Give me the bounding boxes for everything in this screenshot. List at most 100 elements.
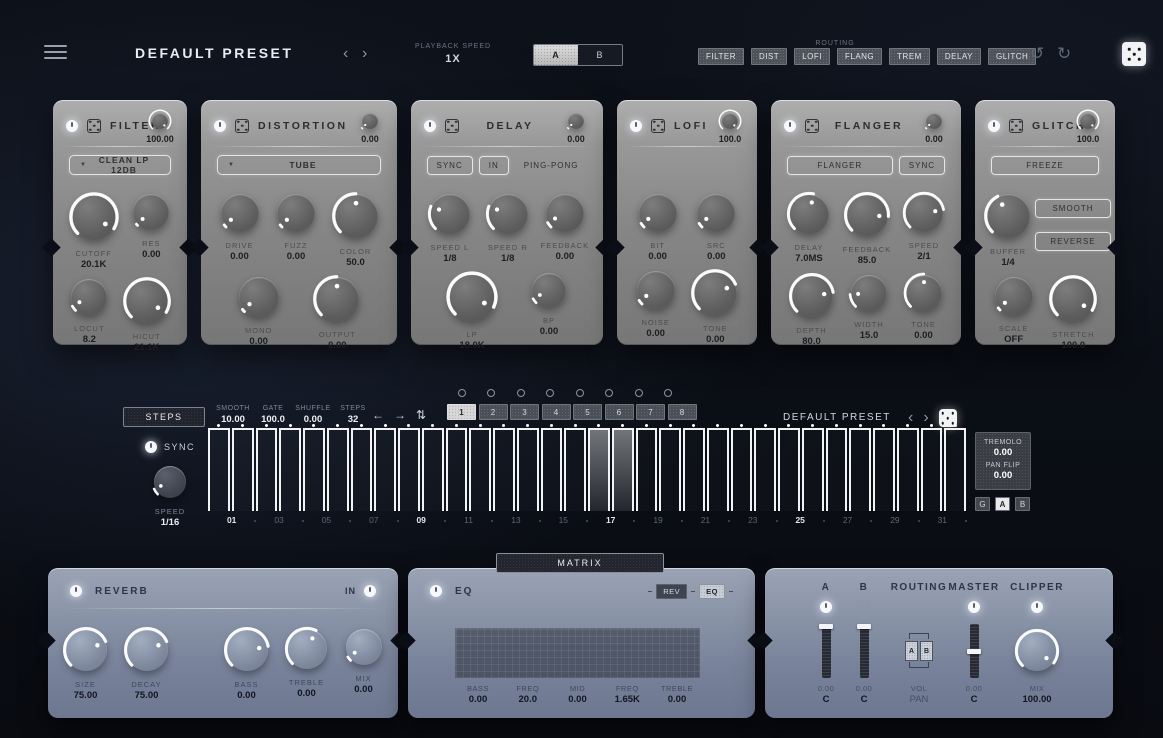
reverb-size-knob[interactable]: SIZE75.00 bbox=[60, 624, 112, 701]
lofi-src-knob-dial[interactable] bbox=[692, 189, 740, 237]
pattern-slot-6-circle[interactable] bbox=[605, 389, 613, 397]
pattern-slot-8-circle[interactable] bbox=[664, 389, 672, 397]
glitch-buffer-knob-dial[interactable] bbox=[981, 189, 1035, 243]
distortion-amount-knob-dial[interactable] bbox=[357, 108, 383, 134]
seq-param-value[interactable]: 32 bbox=[333, 414, 373, 425]
delay-in-button[interactable]: IN bbox=[479, 156, 509, 175]
clipper-mix-knob-dial[interactable] bbox=[1012, 626, 1062, 676]
eq-display-grid[interactable] bbox=[455, 628, 700, 678]
distortion-fuzz-knob[interactable]: FUZZ0.00 bbox=[272, 189, 320, 262]
step-bar-19[interactable] bbox=[636, 428, 658, 511]
gab-button-b[interactable]: B bbox=[1015, 497, 1030, 511]
clipper-power-icon[interactable] bbox=[1031, 601, 1043, 613]
step-bar-16[interactable] bbox=[564, 428, 586, 511]
reverb-decay-knob[interactable]: DECAY75.00 bbox=[121, 624, 173, 701]
filter-cutoff-knob[interactable]: CUTOFF20.1K bbox=[66, 189, 122, 270]
step-bar-2[interactable] bbox=[232, 428, 254, 511]
reverb-mix-knob[interactable]: MIX0.00 bbox=[341, 624, 387, 695]
master-power-icon[interactable] bbox=[968, 601, 980, 613]
reverb-bass-knob-dial[interactable] bbox=[221, 624, 273, 676]
pattern-slot-1-circle[interactable] bbox=[458, 389, 466, 397]
routing-button-delay[interactable]: DELAY bbox=[937, 48, 981, 65]
flanger-amount-knob[interactable] bbox=[917, 108, 951, 134]
filter-amount-knob[interactable] bbox=[143, 108, 177, 134]
step-bar-24[interactable] bbox=[754, 428, 776, 511]
routing-button-flang[interactable]: FLANG bbox=[837, 48, 882, 65]
pattern-slot-1-button[interactable]: 1 bbox=[447, 404, 476, 420]
filter-locut-knob-dial[interactable] bbox=[66, 274, 112, 320]
step-bar-12[interactable] bbox=[469, 428, 491, 511]
distortion-drive-knob[interactable]: DRIVE0.00 bbox=[216, 189, 264, 262]
delay-speed-r-knob[interactable]: SPEED R1/8 bbox=[483, 189, 533, 264]
step-bar-7[interactable] bbox=[351, 428, 373, 511]
distortion-dice-icon[interactable] bbox=[235, 119, 249, 133]
pattern-slot-4-circle[interactable] bbox=[546, 389, 554, 397]
delay-speed-r-knob-dial[interactable] bbox=[483, 189, 533, 239]
delay-amount-knob-dial[interactable] bbox=[563, 108, 589, 134]
flanger-feedback-knob[interactable]: FEEDBACK85.0 bbox=[841, 189, 893, 266]
glitch-amount-knob-dial[interactable] bbox=[1075, 108, 1101, 134]
flanger-feedback-knob-dial[interactable] bbox=[841, 189, 893, 241]
reverb-treble-knob-dial[interactable] bbox=[282, 624, 332, 674]
distortion-output-knob[interactable]: OUTPUT0.00 bbox=[310, 272, 364, 351]
panflip-value[interactable]: 0.00 bbox=[976, 470, 1030, 481]
step-bar-28[interactable] bbox=[849, 428, 871, 511]
pattern-slot-8-button[interactable]: 8 bbox=[668, 404, 697, 420]
clipper-mix-knob[interactable] bbox=[1012, 626, 1062, 676]
flanger-tone-knob-dial[interactable] bbox=[901, 270, 947, 316]
pattern-slot-6-button[interactable]: 6 bbox=[605, 404, 634, 420]
lofi-src-knob[interactable]: SRC0.00 bbox=[692, 189, 740, 262]
distortion-power-icon[interactable] bbox=[214, 120, 226, 132]
sync-power-icon[interactable] bbox=[145, 441, 157, 453]
eq-view-button[interactable]: EQ bbox=[699, 584, 725, 599]
flanger-speed-knob[interactable]: SPEED2/1 bbox=[900, 189, 948, 262]
step-bar-14[interactable] bbox=[517, 428, 539, 511]
step-bar-17[interactable] bbox=[588, 428, 610, 511]
glitch-scale-knob[interactable]: SCALEOFF bbox=[990, 272, 1038, 345]
b-fader[interactable] bbox=[860, 624, 869, 678]
step-bar-18[interactable] bbox=[612, 428, 634, 511]
step-bar-11[interactable] bbox=[446, 428, 468, 511]
flanger-tone-knob[interactable]: TONE0.00 bbox=[901, 270, 947, 341]
filter-locut-knob[interactable]: LOCUT8.2 bbox=[66, 274, 112, 345]
shift-right-icon[interactable]: → bbox=[394, 409, 406, 421]
step-bar-26[interactable] bbox=[802, 428, 824, 511]
filter-res-knob[interactable]: RES0.00 bbox=[128, 189, 174, 260]
pattern-slot-3-button[interactable]: 3 bbox=[510, 404, 539, 420]
flanger-depth-knob-dial[interactable] bbox=[786, 270, 838, 322]
flanger-depth-knob[interactable]: DEPTH80.0 bbox=[786, 270, 838, 347]
step-bar-32[interactable] bbox=[944, 428, 966, 511]
glitch-stretch-knob-dial[interactable] bbox=[1046, 272, 1100, 326]
ab-toggle-b[interactable]: B bbox=[578, 45, 622, 65]
randomize-dice-icon[interactable] bbox=[1122, 42, 1146, 66]
distortion-fuzz-knob-dial[interactable] bbox=[272, 189, 320, 237]
distortion-mono-knob-dial[interactable] bbox=[234, 272, 284, 322]
step-bar-27[interactable] bbox=[826, 428, 848, 511]
distortion-mono-knob[interactable]: MONO0.00 bbox=[234, 272, 284, 347]
gab-button-a[interactable]: A bbox=[995, 497, 1010, 511]
delay-bp-knob[interactable]: BP0.00 bbox=[527, 268, 571, 337]
glitch-amount-knob[interactable] bbox=[1071, 108, 1105, 134]
reverb-mix-knob-dial[interactable] bbox=[341, 624, 387, 670]
pattern-slot-3-circle[interactable] bbox=[517, 389, 525, 397]
ab-router-graphic[interactable]: AB bbox=[901, 628, 937, 674]
eq-param-value[interactable]: 0.00 bbox=[555, 694, 601, 705]
routing-button-dist[interactable]: DIST bbox=[751, 48, 787, 65]
delay-lp-knob-dial[interactable] bbox=[443, 268, 501, 326]
glitch-smooth-button[interactable]: SMOOTH bbox=[1035, 199, 1111, 218]
flanger-amount-knob-dial[interactable] bbox=[921, 108, 947, 134]
filter-type-dropdown[interactable]: ▼CLEAN LP 12DB bbox=[69, 155, 171, 175]
step-bar-6[interactable] bbox=[327, 428, 349, 511]
step-bar-10[interactable] bbox=[422, 428, 444, 511]
b-power-icon[interactable] bbox=[858, 601, 870, 613]
reverb-decay-knob-dial[interactable] bbox=[121, 624, 173, 676]
eq-param-value[interactable]: 20.0 bbox=[505, 694, 551, 705]
step-bar-31[interactable] bbox=[921, 428, 943, 511]
invert-icon[interactable]: ⇅ bbox=[416, 409, 426, 421]
filter-cutoff-knob-dial[interactable] bbox=[66, 189, 122, 245]
step-bar-3[interactable] bbox=[256, 428, 278, 511]
step-bar-21[interactable] bbox=[683, 428, 705, 511]
flanger-width-knob-dial[interactable] bbox=[846, 270, 892, 316]
menu-icon[interactable] bbox=[44, 45, 67, 60]
lofi-dice-icon[interactable] bbox=[651, 119, 665, 133]
